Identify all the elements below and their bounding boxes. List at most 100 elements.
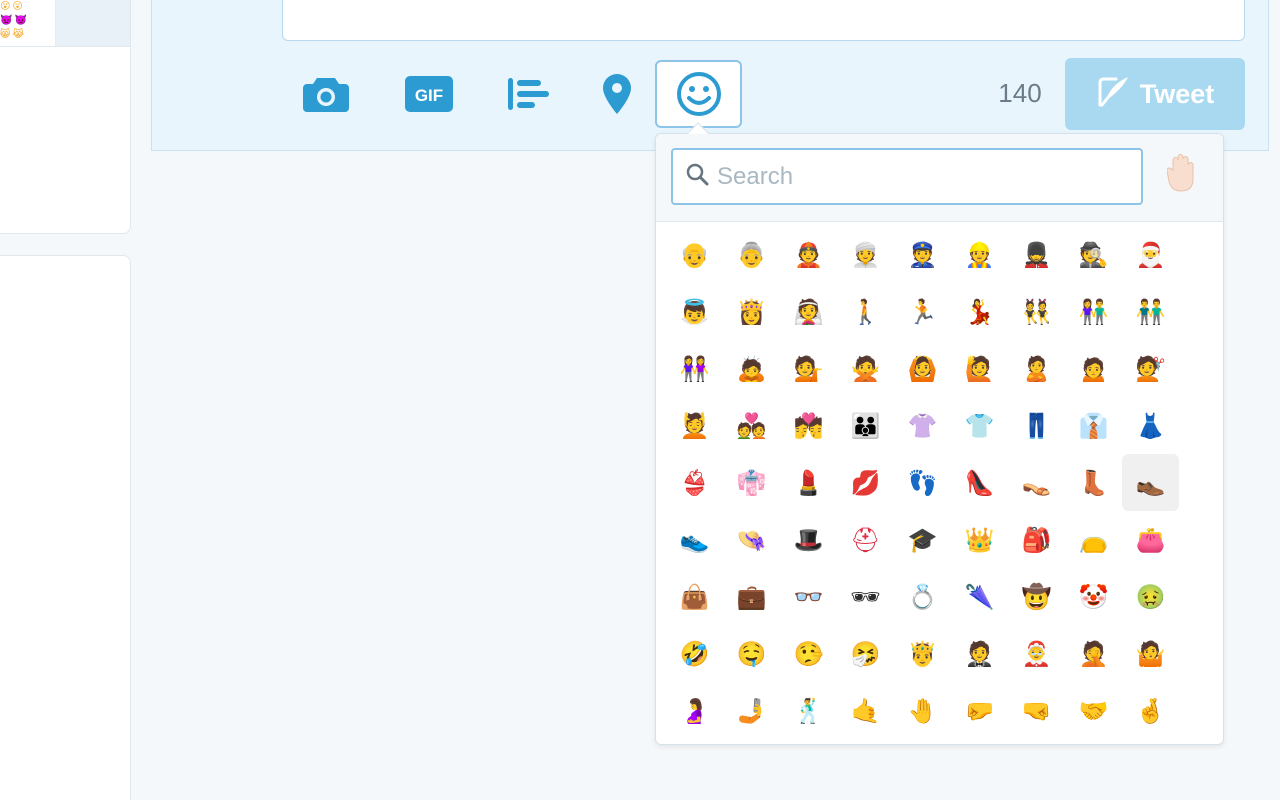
emoji-necktie[interactable]: 👔: [1065, 397, 1122, 454]
high-heeled-shoe-icon: 👠: [964, 468, 995, 497]
bikini-icon: 👙: [679, 468, 710, 497]
emoji-womans-sandal[interactable]: 👡: [1008, 454, 1065, 511]
emoji-selfie[interactable]: 🤳: [723, 682, 780, 739]
emoji-lipstick[interactable]: 💄: [780, 454, 837, 511]
emoji-detective[interactable]: 🕵: [1065, 226, 1122, 283]
emoji-raised-back-of-hand[interactable]: 🤚: [894, 682, 951, 739]
emoji-womans-boots[interactable]: 👢: [1065, 454, 1122, 511]
emoji-raising-hand[interactable]: 🙋: [951, 340, 1008, 397]
emoji-eyeglasses[interactable]: 👓: [780, 568, 837, 625]
emoji-mans-shoe[interactable]: 👞: [1122, 454, 1179, 511]
emoji-kiss[interactable]: 💏: [780, 397, 837, 454]
emoji-construction-worker[interactable]: 👷: [951, 226, 1008, 283]
handbag-icon: 👜: [679, 582, 710, 611]
emoji-runner[interactable]: 🏃: [894, 283, 951, 340]
emoji-rolling-on-the-floor-laughing[interactable]: 🤣: [666, 625, 723, 682]
emoji-family[interactable]: 👪: [837, 397, 894, 454]
emoji-closed-umbrella[interactable]: 🌂: [951, 568, 1008, 625]
emoji-button[interactable]: [655, 60, 742, 128]
emoji-guardsman[interactable]: 💂: [1008, 226, 1065, 283]
tweet-button[interactable]: Tweet: [1065, 58, 1245, 130]
emoji-briefcase[interactable]: 💼: [723, 568, 780, 625]
emoji-older-woman[interactable]: 👵: [723, 226, 780, 283]
emoji-person-frowning[interactable]: 🙍: [1065, 340, 1122, 397]
emoji-crossed-fingers[interactable]: 🤞: [1122, 682, 1179, 739]
emoji-sneezing-face[interactable]: 🤧: [837, 625, 894, 682]
emoji-two-women-holding-hands[interactable]: 👭: [666, 340, 723, 397]
emoji-pouch[interactable]: 👝: [1065, 511, 1122, 568]
emoji-person-pouting[interactable]: 🙎: [1008, 340, 1065, 397]
emoji-clown-face[interactable]: 🤡: [1065, 568, 1122, 625]
emoji-shrug[interactable]: 🤷: [1122, 625, 1179, 682]
skin-tone-button[interactable]: [1164, 154, 1200, 200]
emoji-man-with-gua-pi-mao[interactable]: 👲: [780, 226, 837, 283]
emoji-nauseated-face[interactable]: 🤢: [1122, 568, 1179, 625]
emoji-handbag[interactable]: 👜: [666, 568, 723, 625]
emoji-right-facing-fist[interactable]: 🤜: [1008, 682, 1065, 739]
emoji-person-bowing[interactable]: 🙇: [723, 340, 780, 397]
call-me-hand-icon: 🤙: [850, 696, 881, 725]
emoji-baby-angel[interactable]: 👼: [666, 283, 723, 340]
necktie-icon: 👔: [1078, 411, 1109, 440]
emoji-dress[interactable]: 👗: [1122, 397, 1179, 454]
emoji-cowboy-hat-face[interactable]: 🤠: [1008, 568, 1065, 625]
emoji-dancers[interactable]: 👯: [1008, 283, 1065, 340]
emoji-left-facing-fist[interactable]: 🤛: [951, 682, 1008, 739]
emoji-face-massage[interactable]: 💆: [666, 397, 723, 454]
character-counter: 140: [998, 78, 1042, 108]
emoji-bikini[interactable]: 👙: [666, 454, 723, 511]
emoji-purse[interactable]: 👛: [1122, 511, 1179, 568]
emoji-lying-face[interactable]: 🤥: [780, 625, 837, 682]
emoji-call-me-hand[interactable]: 🤙: [837, 682, 894, 739]
emoji-older-man[interactable]: 👴: [666, 226, 723, 283]
emoji-santa-claus[interactable]: 🎅: [1122, 226, 1179, 283]
emoji-face-palm[interactable]: 🤦: [1065, 625, 1122, 682]
emoji-pregnant-woman[interactable]: 🤰: [666, 682, 723, 739]
emoji-rescue-worker-helmet[interactable]: ⛑: [837, 511, 894, 568]
emoji-no-good-gesture[interactable]: 🙅: [837, 340, 894, 397]
emoji-couple-with-heart[interactable]: 💑: [723, 397, 780, 454]
emoji-jeans[interactable]: 👖: [1008, 397, 1065, 454]
tweet-button-label: Tweet: [1139, 78, 1215, 109]
emoji-ring[interactable]: 💍: [894, 568, 951, 625]
tweet-text-area[interactable]: [282, 0, 1245, 41]
emoji-school-backpack[interactable]: 🎒: [1008, 511, 1065, 568]
add-poll-button[interactable]: [504, 60, 554, 128]
emoji-princess[interactable]: 👸: [723, 283, 780, 340]
emoji-search-input[interactable]: [717, 162, 1117, 191]
emoji-t-shirt[interactable]: 👕: [951, 397, 1008, 454]
emoji-pedestrian[interactable]: 🚶: [837, 283, 894, 340]
womans-hat-icon: 👒: [736, 525, 767, 554]
emoji-man-with-turban[interactable]: 👳: [837, 226, 894, 283]
emoji-womans-clothes[interactable]: 👚: [894, 397, 951, 454]
emoji-ok-gesture[interactable]: 🙆: [894, 340, 951, 397]
emoji-man-dancing[interactable]: 🕺: [780, 682, 837, 739]
emoji-two-men-holding-hands[interactable]: 👬: [1122, 283, 1179, 340]
emoji-athletic-shoe[interactable]: 👟: [666, 511, 723, 568]
emoji-mother-christmas[interactable]: 🤶: [1008, 625, 1065, 682]
emoji-bride-with-veil[interactable]: 👰: [780, 283, 837, 340]
emoji-man-in-tuxedo[interactable]: 🤵: [951, 625, 1008, 682]
emoji-kiss-mark[interactable]: 💋: [837, 454, 894, 511]
emoji-crown[interactable]: 👑: [951, 511, 1008, 568]
emoji-prince[interactable]: 🤴: [894, 625, 951, 682]
emoji-drooling-face[interactable]: 🤤: [723, 625, 780, 682]
emoji-police-officer[interactable]: 👮: [894, 226, 951, 283]
emoji-womans-hat[interactable]: 👒: [723, 511, 780, 568]
emoji-information-desk-person[interactable]: 💁: [780, 340, 837, 397]
man-in-tuxedo-icon: 🤵: [964, 639, 995, 668]
emoji-high-heeled-shoe[interactable]: 👠: [951, 454, 1008, 511]
emoji-dancer[interactable]: 💃: [951, 283, 1008, 340]
emoji-dark-sunglasses[interactable]: 🕶: [837, 568, 894, 625]
add-location-button[interactable]: [598, 60, 636, 128]
emoji-handshake[interactable]: 🤝: [1065, 682, 1122, 739]
emoji-footprints[interactable]: 👣: [894, 454, 951, 511]
emoji-top-hat[interactable]: 🎩: [780, 511, 837, 568]
emoji-haircut[interactable]: 💇: [1122, 340, 1179, 397]
add-photo-button[interactable]: [298, 60, 354, 128]
emoji-kimono[interactable]: 👘: [723, 454, 780, 511]
emoji-couple[interactable]: 👫: [1065, 283, 1122, 340]
emoji-search-box[interactable]: [671, 148, 1143, 205]
emoji-graduation-cap[interactable]: 🎓: [894, 511, 951, 568]
add-gif-button[interactable]: GIF: [402, 60, 456, 128]
